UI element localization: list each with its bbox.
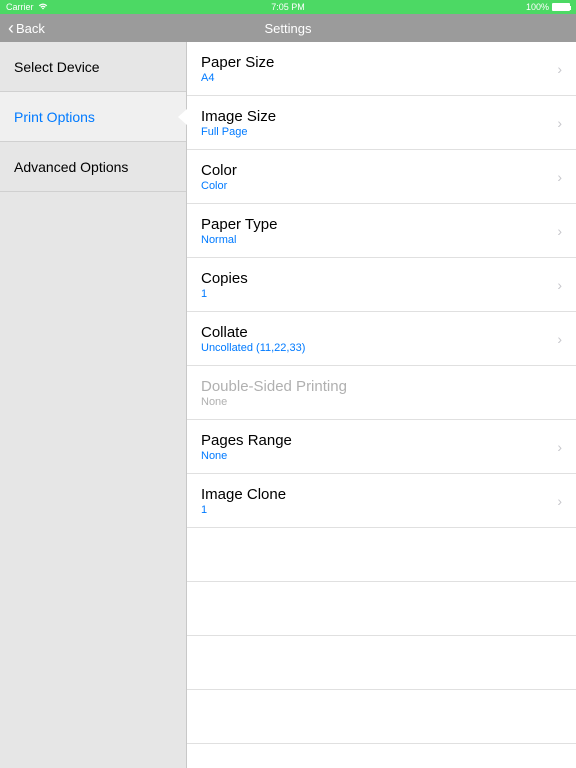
sidebar-item-label: Select Device	[14, 59, 100, 75]
detail-text: Double-Sided PrintingNone	[201, 378, 562, 408]
empty-row	[187, 582, 576, 636]
copies-row[interactable]: Copies1 ›	[187, 258, 576, 312]
status-time: 7:05 PM	[271, 2, 305, 12]
detail-value: None	[201, 396, 562, 408]
sidebar-item-label: Print Options	[14, 109, 95, 125]
sidebar-item-advanced-options[interactable]: Advanced Options	[0, 142, 186, 192]
status-right: 100%	[526, 2, 570, 12]
empty-row	[187, 636, 576, 690]
detail-panel: Paper SizeA4›Image SizeFull Page›ColorCo…	[187, 42, 576, 768]
detail-text: Copies1	[201, 270, 549, 300]
empty-row	[187, 690, 576, 744]
detail-text: Paper TypeNormal	[201, 216, 549, 246]
chevron-right-icon: ›	[557, 115, 562, 131]
double-sided-row: Double-Sided PrintingNone	[187, 366, 576, 420]
back-label: Back	[16, 21, 45, 36]
detail-value: Full Page	[201, 126, 549, 138]
wifi-icon	[38, 2, 48, 12]
detail-text: Paper SizeA4	[201, 54, 549, 84]
status-bar: Carrier 7:05 PM 100%	[0, 0, 576, 14]
back-button[interactable]: ‹ Back	[0, 18, 53, 39]
sidebar-item-label: Advanced Options	[14, 159, 128, 175]
chevron-right-icon: ›	[557, 277, 562, 293]
detail-label: Color	[201, 162, 549, 179]
chevron-right-icon: ›	[557, 331, 562, 347]
detail-label: Copies	[201, 270, 549, 287]
detail-label: Paper Type	[201, 216, 549, 233]
detail-label: Image Size	[201, 108, 549, 125]
carrier-label: Carrier	[6, 2, 34, 12]
battery-percent: 100%	[526, 2, 549, 12]
collate-row[interactable]: CollateUncollated (11,22,33) ›	[187, 312, 576, 366]
pages-range-row[interactable]: Pages RangeNone ›	[187, 420, 576, 474]
detail-label: Collate	[201, 324, 549, 341]
detail-text: CollateUncollated (11,22,33)	[201, 324, 549, 354]
image-clone-row[interactable]: Image Clone1 ›	[187, 474, 576, 528]
detail-label: Paper Size	[201, 54, 549, 71]
status-left: Carrier	[6, 2, 48, 12]
paper-size-row[interactable]: Paper SizeA4 ›	[187, 42, 576, 96]
chevron-right-icon: ›	[557, 223, 562, 239]
detail-label: Image Clone	[201, 486, 549, 503]
chevron-right-icon: ›	[557, 61, 562, 77]
paper-type-row[interactable]: Paper TypeNormal ›	[187, 204, 576, 258]
back-chevron-icon: ‹	[8, 18, 14, 39]
detail-text: Pages RangeNone	[201, 432, 549, 462]
page-title: Settings	[265, 21, 312, 36]
detail-value: A4	[201, 72, 549, 84]
chevron-right-icon: ›	[557, 169, 562, 185]
detail-value: 1	[201, 288, 549, 300]
sidebar-item-select-device[interactable]: Select Device	[0, 42, 186, 92]
detail-value: None	[201, 450, 549, 462]
detail-label: Double-Sided Printing	[201, 378, 562, 395]
empty-row	[187, 528, 576, 582]
detail-text: Image SizeFull Page	[201, 108, 549, 138]
sidebar-item-print-options[interactable]: Print Options	[0, 92, 186, 142]
chevron-right-icon: ›	[557, 493, 562, 509]
detail-value: Normal	[201, 234, 549, 246]
sidebar: Select Device Print Options Advanced Optio…	[0, 42, 187, 768]
image-size-row[interactable]: Image SizeFull Page ›	[187, 96, 576, 150]
detail-text: Image Clone1	[201, 486, 549, 516]
detail-text: ColorColor	[201, 162, 549, 192]
content: Select Device Print Options Advanced Optio…	[0, 42, 576, 768]
detail-value: Uncollated (11,22,33)	[201, 342, 549, 354]
battery-icon	[552, 3, 570, 11]
nav-bar: ‹ Back Settings	[0, 14, 576, 42]
detail-value: 1	[201, 504, 549, 516]
detail-value: Color	[201, 180, 549, 192]
detail-label: Pages Range	[201, 432, 549, 449]
chevron-right-icon: ›	[557, 439, 562, 455]
color-row[interactable]: ColorColor ›	[187, 150, 576, 204]
